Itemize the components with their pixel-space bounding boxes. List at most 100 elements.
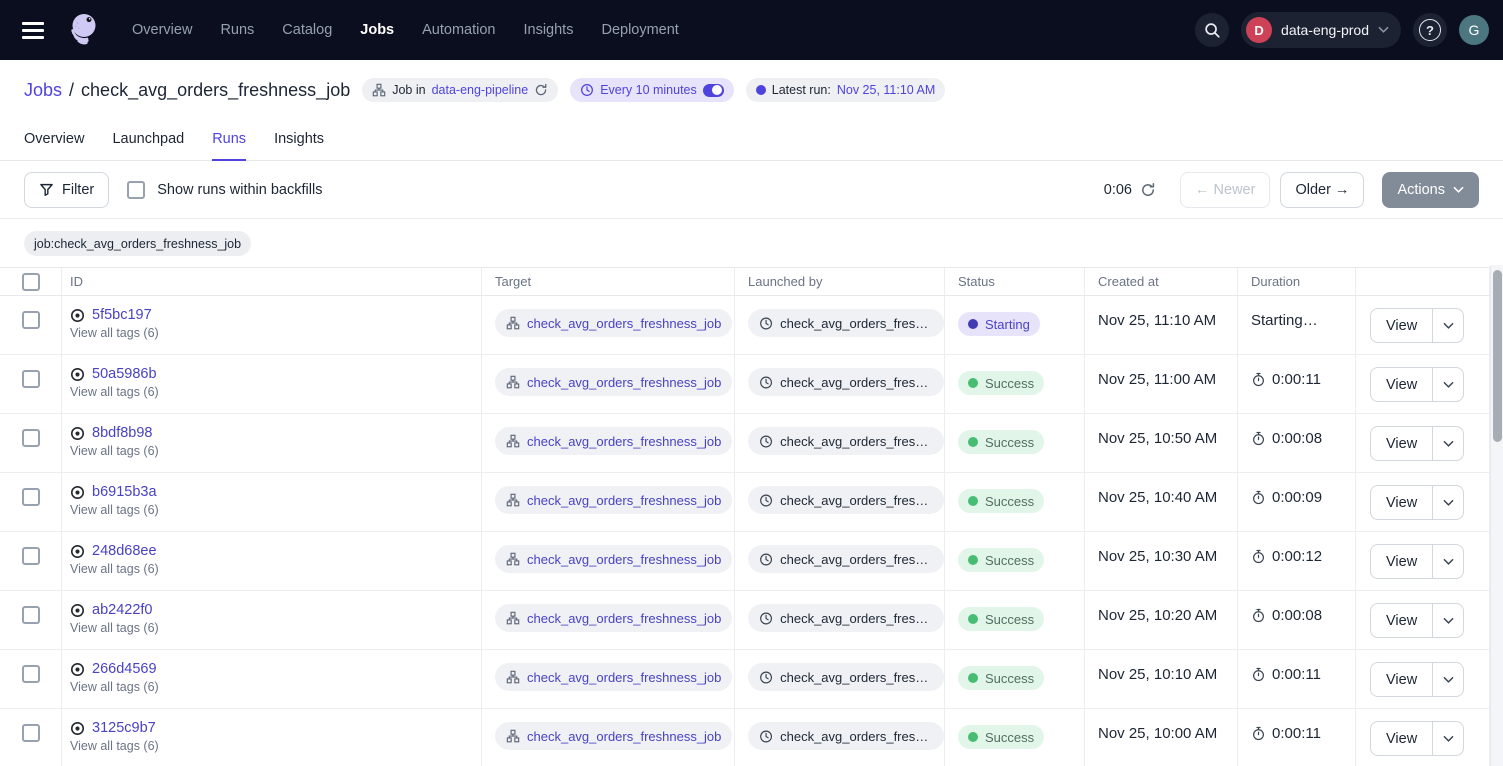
row-checkbox[interactable] [22, 370, 40, 388]
select-all-checkbox[interactable] [22, 273, 40, 291]
view-dropdown-button[interactable] [1432, 663, 1463, 696]
view-button[interactable]: View [1371, 722, 1432, 755]
older-button[interactable]: Older → [1280, 172, 1364, 208]
launched-by-pill[interactable]: check_avg_orders_freshn… [748, 368, 944, 396]
row-checkbox[interactable] [22, 606, 40, 624]
user-avatar[interactable]: G [1459, 15, 1489, 45]
run-id-link[interactable]: 248d68ee [92, 543, 157, 559]
target-pill[interactable]: check_avg_orders_freshness_job [495, 368, 732, 396]
row-checkbox[interactable] [22, 665, 40, 683]
run-id-link[interactable]: ab2422f0 [92, 602, 152, 618]
run-id-link[interactable]: 5f5bc197 [92, 307, 152, 323]
view-button[interactable]: View [1371, 427, 1432, 460]
row-checkbox[interactable] [22, 724, 40, 742]
target-name: check_avg_orders_freshness_job [527, 434, 721, 449]
launched-by-pill[interactable]: check_avg_orders_freshn… [748, 427, 944, 455]
view-dropdown-button[interactable] [1432, 309, 1463, 342]
dagster-logo[interactable] [62, 9, 104, 51]
launched-by-pill[interactable]: check_avg_orders_freshn… [748, 604, 944, 632]
target-pill[interactable]: check_avg_orders_freshness_job [495, 604, 732, 632]
nav-insights[interactable]: Insights [523, 22, 573, 38]
view-split-button: View [1370, 308, 1464, 343]
target-pill[interactable]: check_avg_orders_freshness_job [495, 427, 732, 455]
job-filter-chip[interactable]: job:check_avg_orders_freshness_job [24, 231, 251, 256]
column-header-status: Status [945, 268, 1085, 295]
target-name: check_avg_orders_freshness_job [527, 316, 721, 331]
nav-deployment[interactable]: Deployment [601, 22, 678, 38]
tab-overview[interactable]: Overview [24, 131, 84, 160]
row-checkbox[interactable] [22, 429, 40, 447]
view-all-tags-link[interactable]: View all tags (6) [70, 503, 471, 517]
chevron-down-icon [1443, 381, 1454, 389]
view-split-button: View [1370, 367, 1464, 402]
row-checkbox[interactable] [22, 547, 40, 565]
refresh-button[interactable] [1140, 182, 1156, 198]
view-all-tags-link[interactable]: View all tags (6) [70, 385, 471, 399]
breadcrumb-jobs-link[interactable]: Jobs [24, 80, 62, 101]
job-location-link[interactable]: data-eng-pipeline [432, 83, 529, 97]
view-all-tags-link[interactable]: View all tags (6) [70, 739, 471, 753]
status-label: Success [985, 435, 1034, 450]
actions-button[interactable]: Actions [1382, 172, 1479, 208]
nav-jobs[interactable]: Jobs [360, 22, 394, 38]
target-pill[interactable]: check_avg_orders_freshness_job [495, 486, 732, 514]
workspace-switcher[interactable]: D data-eng-prod [1241, 12, 1401, 48]
search-button[interactable] [1195, 13, 1229, 47]
view-dropdown-button[interactable] [1432, 722, 1463, 755]
stopwatch-icon [1251, 431, 1266, 446]
run-id-link[interactable]: 8bdf8b98 [92, 425, 152, 441]
nav-catalog[interactable]: Catalog [282, 22, 332, 38]
newer-button[interactable]: ← Newer [1180, 172, 1270, 208]
filter-button[interactable]: Filter [24, 172, 109, 208]
tab-insights[interactable]: Insights [274, 131, 324, 160]
nav-runs[interactable]: Runs [220, 22, 254, 38]
view-dropdown-button[interactable] [1432, 368, 1463, 401]
run-id-link[interactable]: 266d4569 [92, 661, 157, 677]
hamburger-menu-icon[interactable] [18, 13, 52, 47]
view-button[interactable]: View [1371, 368, 1432, 401]
launched-by-pill[interactable]: check_avg_orders_freshn… [748, 309, 944, 337]
target-pill[interactable]: check_avg_orders_freshness_job [495, 309, 732, 337]
tab-runs[interactable]: Runs [212, 131, 246, 160]
nav-overview[interactable]: Overview [132, 22, 192, 38]
view-dropdown-button[interactable] [1432, 545, 1463, 578]
view-dropdown-button[interactable] [1432, 427, 1463, 460]
view-button[interactable]: View [1371, 309, 1432, 342]
row-checkbox[interactable] [22, 488, 40, 506]
target-pill[interactable]: check_avg_orders_freshness_job [495, 722, 732, 750]
launched-by-pill[interactable]: check_avg_orders_freshn… [748, 486, 944, 514]
target-pill[interactable]: check_avg_orders_freshness_job [495, 545, 732, 573]
schedule-toggle[interactable] [703, 84, 724, 97]
view-button[interactable]: View [1371, 604, 1432, 637]
view-dropdown-button[interactable] [1432, 604, 1463, 637]
target-pill[interactable]: check_avg_orders_freshness_job [495, 663, 732, 691]
scrollbar-thumb[interactable] [1493, 270, 1502, 442]
view-all-tags-link[interactable]: View all tags (6) [70, 680, 471, 694]
status-dot-icon [968, 319, 978, 329]
launched-by-name: check_avg_orders_freshn… [780, 729, 933, 744]
view-button[interactable]: View [1371, 663, 1432, 696]
run-id-link[interactable]: 3125c9b7 [92, 720, 156, 736]
runs-toolbar: Filter Show runs within backfills 0:06 ←… [0, 161, 1503, 219]
status-badge: Success [958, 725, 1044, 749]
view-button[interactable]: View [1371, 545, 1432, 578]
help-button[interactable]: ? [1413, 13, 1447, 47]
run-id-link[interactable]: b6915b3a [92, 484, 157, 500]
launched-by-pill[interactable]: check_avg_orders_freshn… [748, 545, 944, 573]
reload-icon[interactable] [534, 83, 548, 97]
launched-by-pill[interactable]: check_avg_orders_freshn… [748, 722, 944, 750]
tab-launchpad[interactable]: Launchpad [112, 131, 184, 160]
run-id-link[interactable]: 50a5986b [92, 366, 157, 382]
view-all-tags-link[interactable]: View all tags (6) [70, 444, 471, 458]
duration-value: 0:00:08 [1272, 607, 1322, 624]
view-dropdown-button[interactable] [1432, 486, 1463, 519]
view-all-tags-link[interactable]: View all tags (6) [70, 621, 471, 635]
backfills-checkbox[interactable] [127, 181, 145, 199]
nav-automation[interactable]: Automation [422, 22, 495, 38]
view-all-tags-link[interactable]: View all tags (6) [70, 326, 471, 340]
view-all-tags-link[interactable]: View all tags (6) [70, 562, 471, 576]
latest-run-link[interactable]: Nov 25, 11:10 AM [837, 83, 935, 97]
row-checkbox[interactable] [22, 311, 40, 329]
view-button[interactable]: View [1371, 486, 1432, 519]
launched-by-pill[interactable]: check_avg_orders_freshn… [748, 663, 944, 691]
